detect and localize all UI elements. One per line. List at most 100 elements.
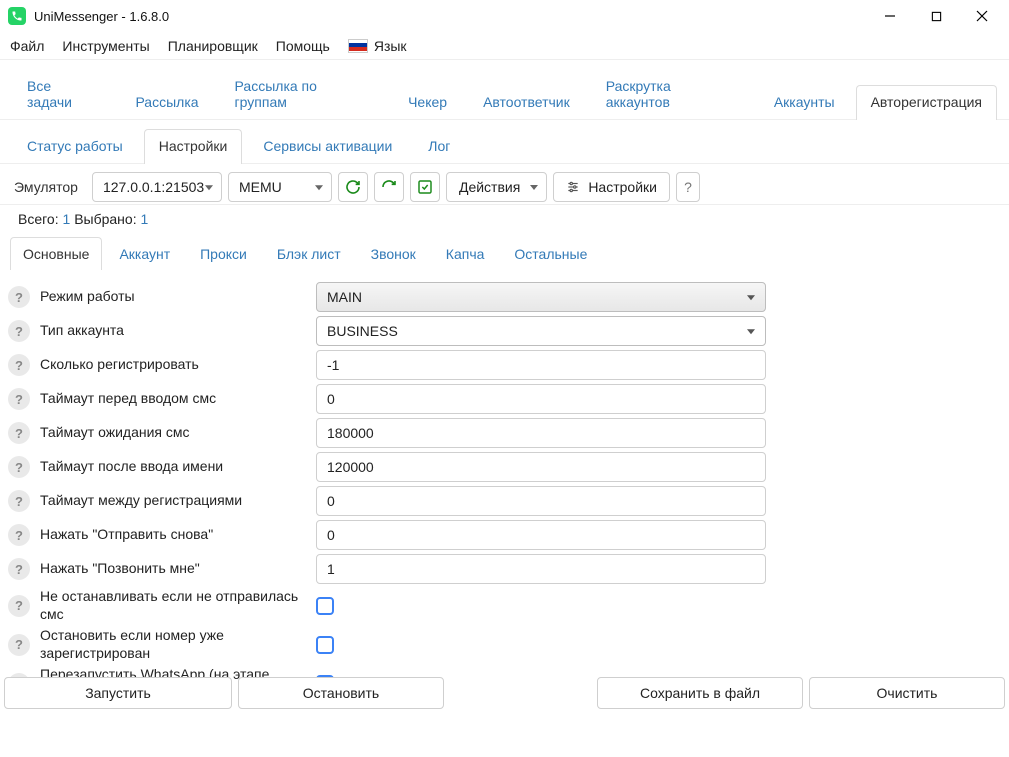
- help-icon[interactable]: ?: [8, 456, 30, 478]
- refresh-button[interactable]: [338, 172, 368, 202]
- maximize-button[interactable]: [913, 0, 959, 32]
- clear-button[interactable]: Очистить: [809, 677, 1005, 709]
- help-icon[interactable]: ?: [8, 422, 30, 444]
- timeout-before-sms-label: Таймаут перед вводом смс: [40, 390, 316, 408]
- subtab-other[interactable]: Остальные: [501, 237, 600, 270]
- stop-if-registered-checkbox[interactable]: [316, 636, 334, 654]
- emulator-label: Эмулятор: [14, 179, 78, 195]
- secondary-tabs: Статус работы Настройки Сервисы активаци…: [0, 120, 1009, 164]
- minimize-button[interactable]: [867, 0, 913, 32]
- row-press-call: ? Нажать "Позвонить мне": [8, 554, 1001, 584]
- selected-prefix: Выбрано:: [74, 211, 136, 227]
- row-reg-count: ? Сколько регистрировать: [8, 350, 1001, 380]
- tab-activation[interactable]: Сервисы активации: [248, 129, 407, 164]
- save-to-file-button[interactable]: Сохранить в файл: [597, 677, 803, 709]
- start-button[interactable]: Запустить: [4, 677, 232, 709]
- reg-count-input[interactable]: [316, 350, 766, 380]
- actions-label: Действия: [459, 179, 520, 195]
- menu-language-label: Язык: [374, 38, 407, 54]
- press-resend-input[interactable]: [316, 520, 766, 550]
- row-timeout-wait-sms: ? Таймаут ожидания смс: [8, 418, 1001, 448]
- timeout-after-name-input[interactable]: [316, 452, 766, 482]
- help-icon[interactable]: ?: [8, 634, 30, 656]
- tab-mailing[interactable]: Рассылка: [120, 85, 213, 120]
- help-icon[interactable]: ?: [8, 558, 30, 580]
- check-button[interactable]: [410, 172, 440, 202]
- subtab-proxy[interactable]: Прокси: [187, 237, 260, 270]
- help-icon[interactable]: ?: [8, 595, 30, 617]
- stop-button[interactable]: Остановить: [238, 677, 444, 709]
- flag-ru-icon: [348, 39, 368, 53]
- emulator-address-value: 127.0.0.1:21503: [103, 179, 204, 195]
- mode-select[interactable]: MAIN: [316, 282, 766, 312]
- help-icon[interactable]: ?: [8, 354, 30, 376]
- settings-form: ? Режим работы MAIN ? Тип аккаунта BUSIN…: [0, 270, 1009, 701]
- selected-value: 1: [140, 211, 148, 227]
- row-timeout-before-sms: ? Таймаут перед вводом смс: [8, 384, 1001, 414]
- reg-count-label: Сколько регистрировать: [40, 356, 316, 374]
- timeout-before-sms-input[interactable]: [316, 384, 766, 414]
- acct-type-label: Тип аккаунта: [40, 322, 316, 340]
- settings-subtabs: Основные Аккаунт Прокси Блэк лист Звонок…: [0, 233, 1009, 270]
- toolbar-settings-button[interactable]: Настройки: [553, 172, 670, 202]
- tab-checker[interactable]: Чекер: [393, 85, 462, 120]
- acct-type-value: BUSINESS: [327, 323, 398, 339]
- press-call-input[interactable]: [316, 554, 766, 584]
- subtab-captcha[interactable]: Капча: [433, 237, 498, 270]
- timeout-wait-sms-input[interactable]: [316, 418, 766, 448]
- row-stop-if-registered: ? Остановить если номер уже зарегистриро…: [8, 627, 1001, 662]
- timeout-after-name-label: Таймаут после ввода имени: [40, 458, 316, 476]
- help-icon[interactable]: ?: [8, 320, 30, 342]
- no-stop-sms-checkbox[interactable]: [316, 597, 334, 615]
- subtab-blacklist[interactable]: Блэк лист: [264, 237, 354, 270]
- toolbar-settings-label: Настройки: [588, 179, 657, 195]
- press-call-label: Нажать "Позвонить мне": [40, 560, 316, 578]
- tab-autoresponder[interactable]: Автоответчик: [468, 85, 585, 120]
- tab-autoreg[interactable]: Авторегистрация: [856, 85, 997, 120]
- titlebar: UniMessenger - 1.6.8.0: [0, 0, 1009, 32]
- mode-value: MAIN: [327, 289, 362, 305]
- close-button[interactable]: [959, 0, 1005, 32]
- timeout-between-input[interactable]: [316, 486, 766, 516]
- row-press-resend: ? Нажать "Отправить снова": [8, 520, 1001, 550]
- emulator-type-select[interactable]: MEMU: [228, 172, 332, 202]
- subtab-main[interactable]: Основные: [10, 237, 102, 270]
- row-acct-type: ? Тип аккаунта BUSINESS: [8, 316, 1001, 346]
- menu-language[interactable]: Язык: [348, 38, 407, 54]
- actions-dropdown[interactable]: Действия: [446, 172, 547, 202]
- toolbar-help-button[interactable]: ?: [676, 172, 700, 202]
- acct-type-select[interactable]: BUSINESS: [316, 316, 766, 346]
- app-icon: [8, 7, 26, 25]
- tab-promotion[interactable]: Раскрутка аккаунтов: [591, 69, 753, 120]
- emulator-address-select[interactable]: 127.0.0.1:21503: [92, 172, 222, 202]
- tab-status[interactable]: Статус работы: [12, 129, 138, 164]
- totals-prefix: Всего:: [18, 211, 59, 227]
- subtab-account[interactable]: Аккаунт: [106, 237, 183, 270]
- menu-scheduler[interactable]: Планировщик: [168, 38, 258, 54]
- window-title: UniMessenger - 1.6.8.0: [34, 9, 867, 24]
- subtab-call[interactable]: Звонок: [358, 237, 429, 270]
- help-icon[interactable]: ?: [8, 286, 30, 308]
- reload-button[interactable]: [374, 172, 404, 202]
- tab-group-mailing[interactable]: Рассылка по группам: [220, 69, 388, 120]
- timeout-between-label: Таймаут между регистрациями: [40, 492, 316, 510]
- menu-file[interactable]: Файл: [10, 38, 44, 54]
- tab-log[interactable]: Лог: [413, 129, 465, 164]
- totals-line: Всего: 1 Выбрано: 1: [0, 205, 1009, 233]
- no-stop-sms-label: Не останавливать если не отправилась смс: [40, 588, 316, 623]
- tab-all-tasks[interactable]: Все задачи: [12, 69, 114, 120]
- primary-tabs: Все задачи Рассылка Рассылка по группам …: [0, 60, 1009, 120]
- tab-accounts[interactable]: Аккаунты: [759, 85, 850, 120]
- totals-value: 1: [63, 211, 71, 227]
- footer-buttons: Запустить Остановить Сохранить в файл Оч…: [4, 677, 1005, 709]
- tab-settings[interactable]: Настройки: [144, 129, 243, 164]
- menu-tools[interactable]: Инструменты: [62, 38, 149, 54]
- help-icon[interactable]: ?: [8, 524, 30, 546]
- menu-help[interactable]: Помощь: [276, 38, 330, 54]
- help-icon[interactable]: ?: [8, 490, 30, 512]
- window-controls: [867, 0, 1005, 32]
- help-icon[interactable]: ?: [8, 388, 30, 410]
- row-mode: ? Режим работы MAIN: [8, 282, 1001, 312]
- row-timeout-after-name: ? Таймаут после ввода имени: [8, 452, 1001, 482]
- emulator-toolbar: Эмулятор 127.0.0.1:21503 MEMU Действия Н…: [0, 164, 1009, 205]
